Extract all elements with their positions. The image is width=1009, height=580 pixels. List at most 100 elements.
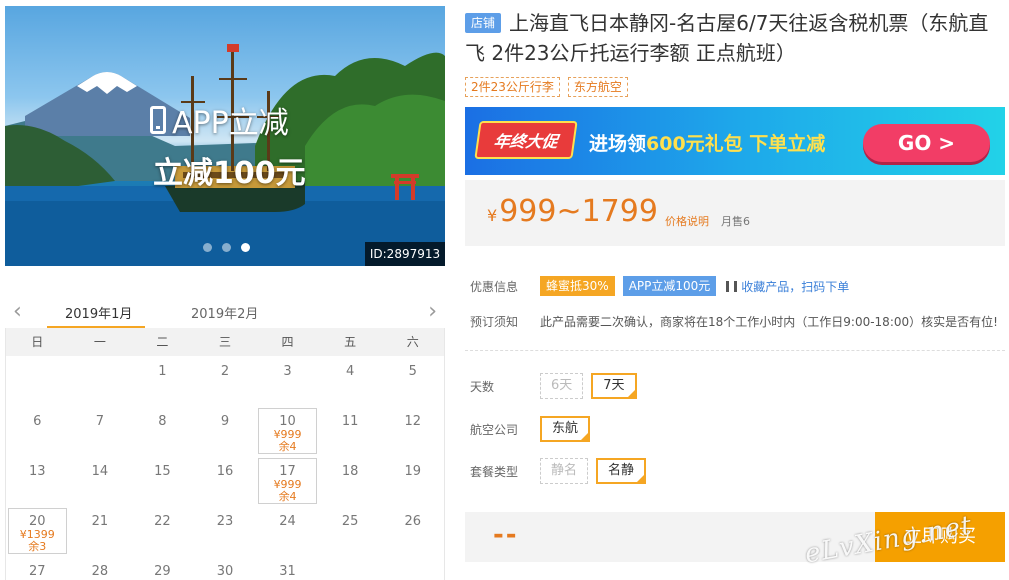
- day-number: 11: [341, 414, 359, 429]
- tab-month-2[interactable]: 2019年2月: [191, 303, 258, 322]
- day-number: 16: [216, 464, 234, 479]
- price-range: ¥999~1799: [487, 194, 658, 229]
- price-explanation-link[interactable]: 价格说明: [665, 213, 709, 229]
- calendar-weekday-header: 日一二三四五六: [6, 328, 444, 356]
- calendar-empty-cell: [381, 556, 444, 580]
- promo-ad-banner[interactable]: 年终大促 进场领600元礼包 下单立减 GO >: [465, 107, 1005, 175]
- ad-slogan-b: 600元礼包: [646, 133, 743, 155]
- currency-symbol: ¥: [487, 206, 498, 225]
- calendar-day: 23: [194, 506, 257, 556]
- shop-badge: 店铺: [465, 13, 502, 33]
- weekday-label: 五: [344, 335, 357, 349]
- calendar-day: 13: [6, 456, 69, 506]
- hero-banner[interactable]: APP立减 立减100元 ID:2897913: [5, 6, 445, 266]
- calendar-day: 19: [381, 456, 444, 506]
- price-box: ¥999~1799 价格说明 月售6: [465, 180, 1005, 246]
- calendar-empty-cell: [319, 556, 382, 580]
- year-end-sale-badge: 年终大促: [474, 121, 578, 159]
- calendar-empty-cell: [6, 356, 69, 406]
- chevron-left-icon[interactable]: ‹: [13, 299, 22, 324]
- day-remaining: 余4: [278, 490, 297, 503]
- day-remaining: 余4: [278, 440, 297, 453]
- option-7-days[interactable]: 7天: [591, 373, 637, 399]
- chevron-right-icon[interactable]: ›: [428, 299, 437, 324]
- ad-slogan: 进场领600元礼包 下单立减: [589, 129, 825, 156]
- carousel-dot[interactable]: [203, 243, 212, 252]
- day-number: 26: [404, 514, 421, 529]
- calendar-day: 4: [319, 356, 382, 406]
- day-number: 17: [279, 464, 296, 479]
- departure-calendar: 日一二三四五六 1 2 3 4 5 6 7 8 9 10 ¥999 余4 11 12 13 14 15 16 17 ¥…: [5, 328, 445, 580]
- calendar-day[interactable]: 17 ¥999 余4: [256, 456, 319, 506]
- calendar-day: 12: [381, 406, 444, 456]
- tab-month-1[interactable]: 2019年1月: [65, 303, 132, 322]
- calendar-empty-cell: [69, 356, 132, 406]
- day-number: 19: [404, 464, 421, 479]
- buy-bar: -- 立即购买: [465, 512, 1005, 562]
- day-number: 24: [279, 514, 296, 529]
- qr-code-icon: [726, 280, 738, 292]
- carousel-dot[interactable]: [241, 243, 250, 252]
- day-number: 1: [158, 364, 167, 379]
- airline-label: 航空公司: [470, 422, 519, 437]
- hero-promo-line1: APP立减: [150, 98, 289, 142]
- day-number: 29: [154, 564, 171, 579]
- carousel-dot[interactable]: [222, 243, 231, 252]
- day-number: 27: [29, 564, 46, 579]
- calendar-day: 27: [6, 556, 69, 580]
- option-package-shizuoka-nagoya[interactable]: 静名: [540, 458, 589, 484]
- airline-option-row: 航空公司 东航: [470, 416, 598, 442]
- day-number: 13: [29, 464, 46, 479]
- days-label: 天数: [470, 379, 495, 394]
- calendar-day: 21: [69, 506, 132, 556]
- calendar-day[interactable]: 10 ¥999 余4: [256, 406, 319, 456]
- section-divider: [465, 350, 1005, 351]
- day-number: 20: [29, 514, 46, 529]
- option-airline-eastern[interactable]: 东航: [540, 416, 591, 442]
- day-number: 18: [341, 464, 359, 479]
- calendar-day: 24: [256, 506, 319, 556]
- product-title: 店铺 上海直飞日本静冈-名古屋6/7天往返含税机票（东航直飞 2件23公斤托运行李…: [465, 8, 1005, 68]
- option-6-days[interactable]: 6天: [540, 373, 584, 399]
- buy-now-button[interactable]: 立即购买: [875, 512, 1005, 562]
- day-number: 12: [404, 414, 421, 429]
- hero-promo-line1-text: APP立减: [172, 106, 289, 141]
- app-discount-badge: APP立减100元: [622, 276, 717, 296]
- total-price: --: [493, 520, 519, 550]
- favorite-scan-link[interactable]: 收藏产品，扫码下单: [741, 278, 849, 295]
- day-number: 25: [341, 514, 359, 529]
- calendar-day: 3: [256, 356, 319, 406]
- ad-slogan-a: 进场领: [589, 133, 647, 155]
- ad-go-button[interactable]: GO >: [863, 124, 990, 162]
- calendar-day: 11: [319, 406, 382, 456]
- day-number: 8: [158, 414, 167, 429]
- tag-airline: 东方航空: [567, 77, 628, 97]
- calendar-day: 9: [194, 406, 257, 456]
- promo-info-row: 优惠信息 蜂蜜抵30% APP立减100元 收藏产品，扫码下单: [470, 276, 849, 296]
- day-number: 28: [91, 564, 109, 579]
- calendar-day[interactable]: 20 ¥1399 余3: [6, 506, 69, 556]
- day-number: 22: [154, 514, 171, 529]
- calendar-day: 6: [6, 406, 69, 456]
- carousel-dots: [203, 243, 250, 252]
- day-number: 5: [408, 364, 417, 379]
- ad-slogan-c: 下单立减: [742, 133, 826, 155]
- weekday-label: 一: [93, 335, 106, 349]
- calendar-day: 29: [131, 556, 194, 580]
- calendar-day: 16: [194, 456, 257, 506]
- day-number: 15: [154, 464, 171, 479]
- tag-luggage: 2件23公斤行李: [465, 77, 560, 97]
- weekday-label: 二: [156, 335, 169, 349]
- day-number: 23: [216, 514, 234, 529]
- day-number: 3: [283, 364, 292, 379]
- monthly-sales: 月售6: [721, 215, 750, 228]
- calendar-day: 22: [131, 506, 194, 556]
- booking-notice-row: 预订须知 此产品需要二次确认，商家将在18个工作小时内（工作日9:00-18:0…: [470, 313, 998, 330]
- option-package-nagoya-shizuoka[interactable]: 名静: [596, 458, 647, 484]
- calendar-day: 1: [131, 356, 194, 406]
- product-id-label: ID:2897913: [365, 242, 445, 266]
- honey-discount-badge: 蜂蜜抵30%: [540, 276, 615, 296]
- calendar-day: 30: [194, 556, 257, 580]
- day-number: 14: [91, 464, 109, 479]
- phone-icon: [150, 106, 166, 134]
